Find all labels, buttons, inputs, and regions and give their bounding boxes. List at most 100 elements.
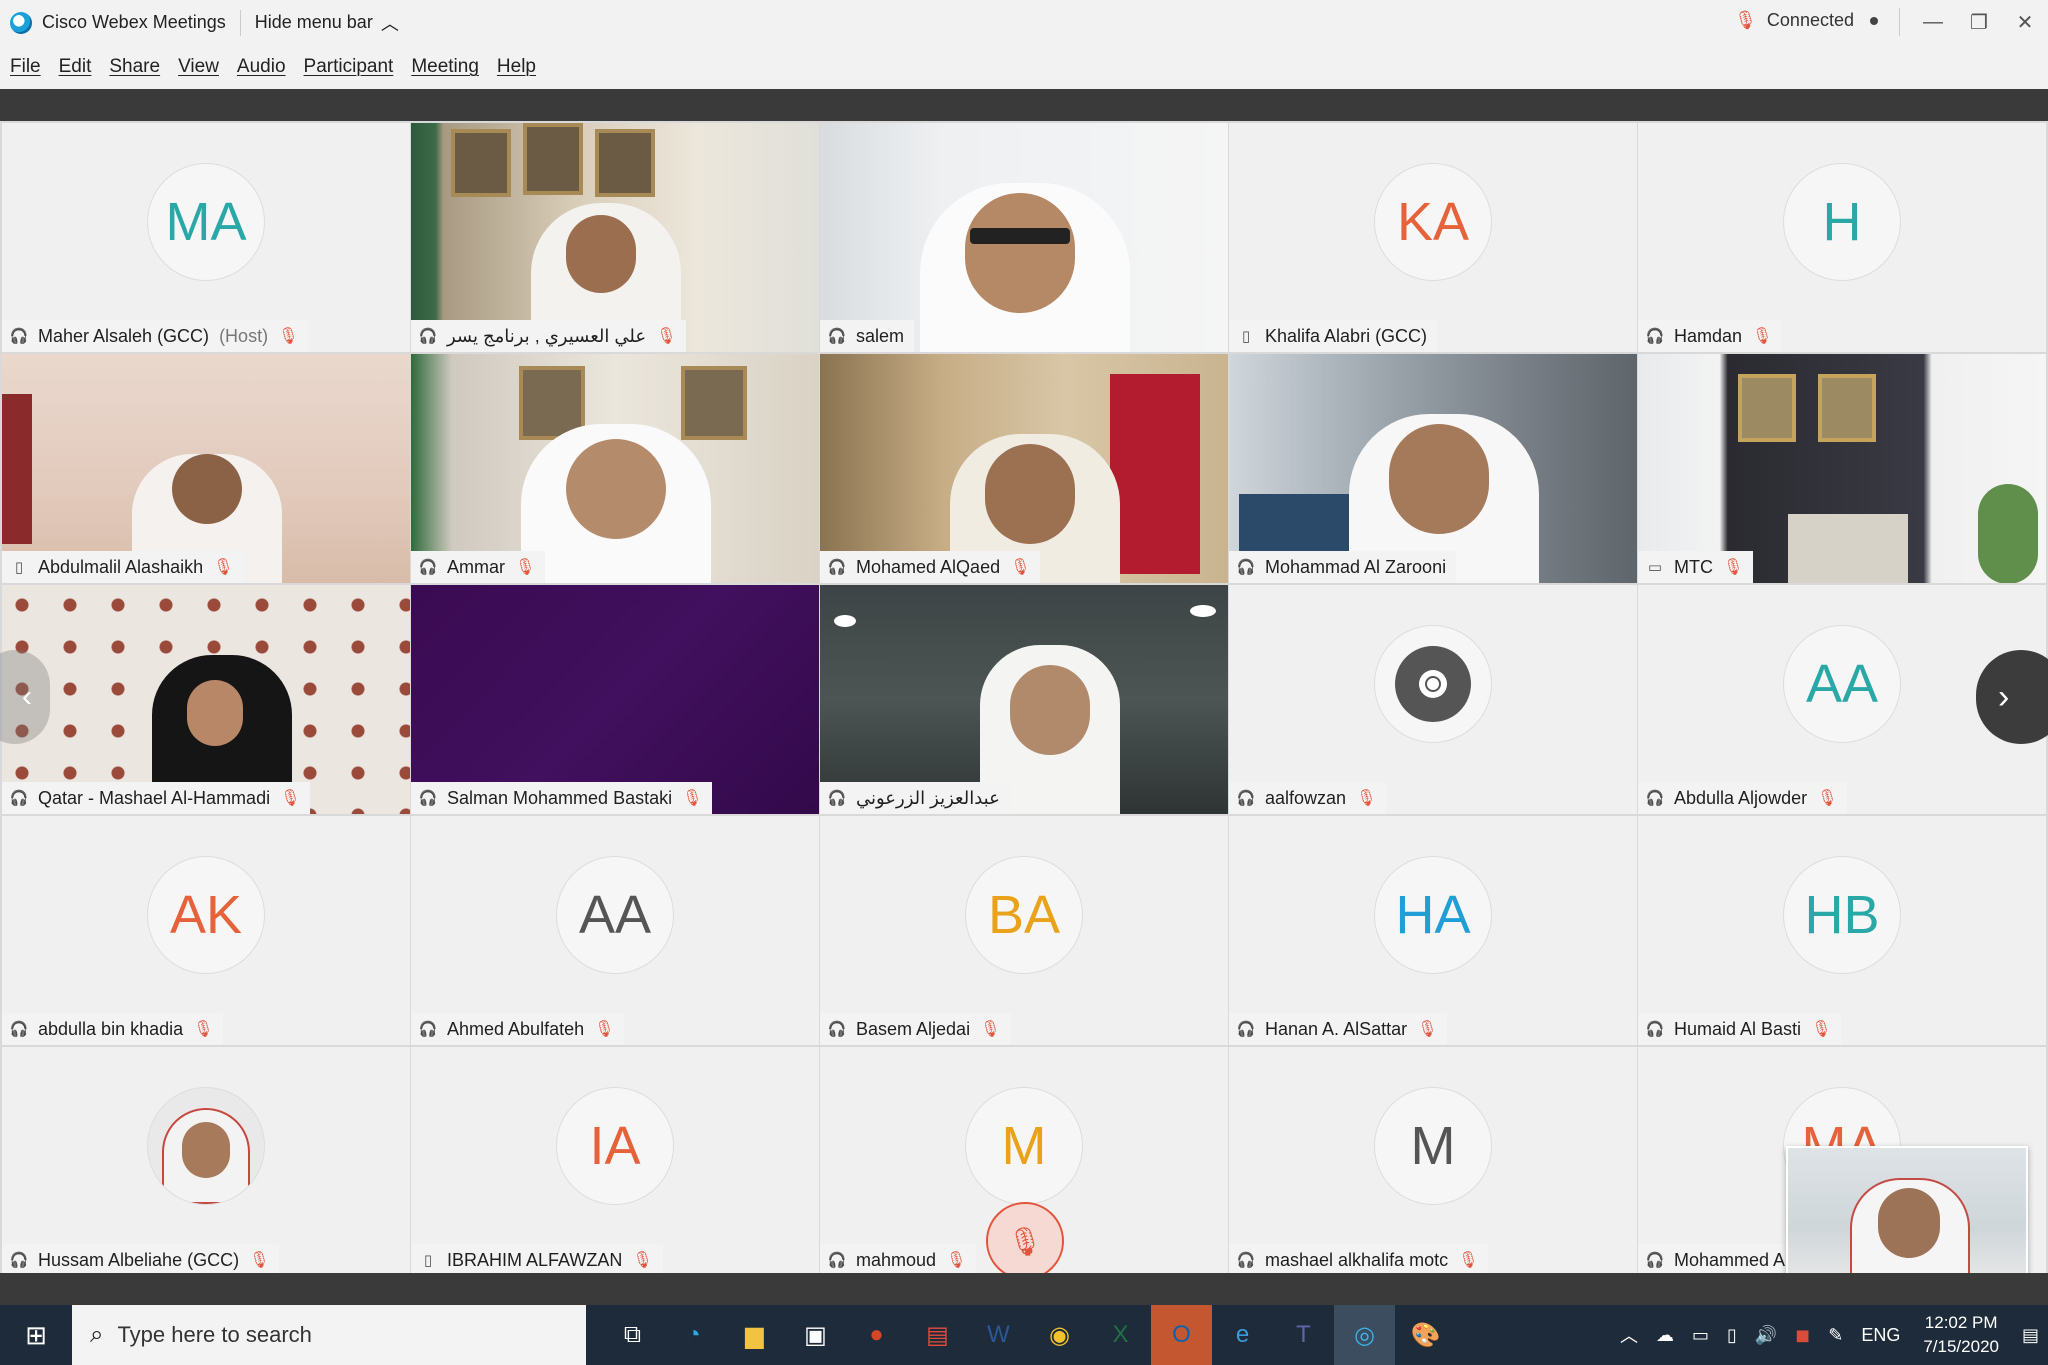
participant-label: 🎧 aalfowzan 🎙 xyxy=(1229,782,1387,814)
participant-tile[interactable]: BA 🎧 Basem Aljedai 🎙 xyxy=(820,816,1228,1045)
muted-mic-icon: 🎙 xyxy=(1010,559,1031,576)
internet-explorer-icon[interactable]: e xyxy=(1212,1305,1273,1365)
network-icon[interactable]: ▯ xyxy=(1727,1325,1737,1346)
participant-tile[interactable]: 🎧 Qatar - Mashael Al-Hammadi 🎙 xyxy=(2,585,410,814)
participant-tile[interactable]: AK 🎧 abdulla bin khadia 🎙 xyxy=(2,816,410,1045)
participant-name: IBRAHIM ALFAWZAN xyxy=(447,1249,623,1270)
participant-label: 🎧 Abdulla Aljowder 🎙 xyxy=(1638,782,1848,814)
participant-name: MTC xyxy=(1674,556,1713,577)
hide-menu-bar-button[interactable]: Hide menu bar ︿ xyxy=(255,10,399,36)
menu-audio[interactable]: Audio xyxy=(237,56,286,78)
store-icon[interactable]: ▣ xyxy=(785,1305,846,1365)
pdf-icon[interactable]: ▤ xyxy=(907,1305,968,1365)
participant-tile[interactable]: 🎧 aalfowzan 🎙 xyxy=(1229,585,1637,814)
word-icon[interactable]: W xyxy=(968,1305,1029,1365)
participant-name: Khalifa Alabri (GCC) xyxy=(1265,325,1428,346)
avatar: H xyxy=(1783,163,1901,281)
participant-name: Mohammad Al Zarooni xyxy=(1265,556,1447,577)
participant-tile[interactable]: HB 🎧 Humaid Al Basti 🎙 xyxy=(1638,816,2046,1045)
participant-tile[interactable]: 🎧 Hussam Albeliahe (GCC) 🎙 xyxy=(2,1047,410,1276)
headset-icon: 🎧 xyxy=(827,1252,847,1269)
muted-mic-icon: 🎙 xyxy=(1417,1021,1438,1038)
unmute-button[interactable]: 🎙 xyxy=(986,1202,1064,1280)
task-view-icon[interactable]: ⧉ xyxy=(602,1305,663,1365)
volume-icon[interactable]: 🔊 xyxy=(1755,1325,1777,1346)
headset-icon: 🎧 xyxy=(1236,790,1256,807)
battery-icon[interactable]: ▭ xyxy=(1692,1325,1709,1346)
restore-icon[interactable]: ❐ xyxy=(1956,10,2002,35)
headset-active-icon: 🎧 xyxy=(1645,328,1665,345)
participant-name: Hamdan xyxy=(1674,325,1743,346)
participant-tile-active-speaker[interactable]: 🎧 Mohammad Al Zarooni xyxy=(1229,354,1637,583)
menu-view[interactable]: View xyxy=(178,56,219,78)
participant-label: 🎧 Hamdan 🎙 xyxy=(1638,320,1783,352)
avatar: HA xyxy=(1374,856,1492,974)
pen-icon[interactable]: ✎ xyxy=(1828,1325,1843,1346)
webex-taskbar-icon[interactable]: ◎ xyxy=(1334,1305,1395,1365)
status-dot-icon xyxy=(1870,16,1878,25)
participant-tile[interactable]: ▭ MTC 🎙 xyxy=(1638,354,2046,583)
show-hidden-icons[interactable]: ︿ xyxy=(1620,1322,1638,1348)
office-tray-icon[interactable]: ◼ xyxy=(1795,1325,1810,1346)
window-controls: — ❐ ✕ xyxy=(1910,0,2048,45)
menu-help[interactable]: Help xyxy=(497,56,536,78)
participant-tile[interactable]: H 🎧 Hamdan 🎙 xyxy=(1638,123,2046,352)
clock[interactable]: 12:02 PM 7/15/2020 xyxy=(1923,1311,1999,1359)
menu-edit[interactable]: Edit xyxy=(59,56,92,78)
participant-name: Abdulla Aljowder xyxy=(1674,787,1808,808)
participant-tile[interactable]: 🎧 Salman Mohammed Bastaki 🎙 xyxy=(411,585,819,814)
minimize-icon[interactable]: — xyxy=(1910,11,1956,34)
participant-label: ▯ Abdulmalil Alashaikh 🎙 xyxy=(2,551,244,583)
muted-mic-icon: 🎙 xyxy=(632,1252,653,1269)
headset-icon: 🎧 xyxy=(9,790,29,807)
close-icon[interactable]: ✕ xyxy=(2002,10,2048,35)
self-view-video[interactable] xyxy=(1786,1146,2028,1284)
participant-label: 🎧 عبدالعزيز الزرعوني xyxy=(820,782,1010,814)
onedrive-icon[interactable]: ☁ xyxy=(1656,1325,1674,1346)
headset-icon: 🎧 xyxy=(1645,790,1665,807)
participant-tile[interactable]: MA 🎧 Maher Alsaleh (GCC) (Host) 🎙 xyxy=(2,123,410,352)
edge-browser-icon[interactable]: ◔ xyxy=(663,1305,724,1365)
connection-status[interactable]: 🎙 Connected xyxy=(1734,10,1878,31)
participant-tile[interactable]: 🎧 علي العسيري , برنامج يسر 🎙 xyxy=(411,123,819,352)
headset-icon: 🎧 xyxy=(9,1252,29,1269)
headset-icon: 🎧 xyxy=(418,328,438,345)
powerpoint-icon[interactable]: ● xyxy=(846,1305,907,1365)
notifications-icon[interactable]: ▤ xyxy=(2022,1325,2039,1346)
chrome-icon[interactable]: ◉ xyxy=(1029,1305,1090,1365)
participant-tile[interactable]: IA ▯ IBRAHIM ALFAWZAN 🎙 xyxy=(411,1047,819,1276)
muted-mic-icon: 🎙 xyxy=(1752,328,1773,345)
participant-tile[interactable]: ▯ Abdulmalil Alashaikh 🎙 xyxy=(2,354,410,583)
participant-tile[interactable]: 🎧 عبدالعزيز الزرعوني xyxy=(820,585,1228,814)
file-explorer-icon[interactable]: ▆ xyxy=(724,1305,785,1365)
participant-name: Salman Mohammed Bastaki xyxy=(447,787,673,808)
participant-label: 🎧 Maher Alsaleh (GCC) (Host) 🎙 xyxy=(2,320,309,352)
menu-file[interactable]: File xyxy=(10,56,41,78)
participant-video xyxy=(820,354,1228,583)
paint-icon[interactable]: 🎨 xyxy=(1395,1305,1456,1365)
participant-tile[interactable]: AA 🎧 Ahmed Abulfateh 🎙 xyxy=(411,816,819,1045)
headset-icon: 🎧 xyxy=(827,790,847,807)
menu-share[interactable]: Share xyxy=(109,56,160,78)
participant-tile[interactable]: 🎧 salem xyxy=(820,123,1228,352)
participant-tile[interactable]: 🎧 Ammar 🎙 xyxy=(411,354,819,583)
language-indicator[interactable]: ENG xyxy=(1861,1325,1900,1346)
outlook-icon[interactable]: O xyxy=(1151,1305,1212,1365)
previous-page-button[interactable]: ‹ xyxy=(0,650,50,744)
participant-tile[interactable]: KA ▯ Khalifa Alabri (GCC) xyxy=(1229,123,1637,352)
top-band xyxy=(0,89,2048,121)
menu-participant[interactable]: Participant xyxy=(304,56,394,78)
participant-tile[interactable]: M 🎧 mashael alkhalifa motc 🎙 xyxy=(1229,1047,1637,1276)
participant-label: 🎧 علي العسيري , برنامج يسر 🎙 xyxy=(411,320,687,352)
participant-tile[interactable]: 🎧 Mohamed AlQaed 🎙 xyxy=(820,354,1228,583)
excel-icon[interactable]: X xyxy=(1090,1305,1151,1365)
avatar: KA xyxy=(1374,163,1492,281)
teams-icon[interactable]: T xyxy=(1273,1305,1334,1365)
participant-name: mahmoud xyxy=(856,1249,937,1270)
participant-name: Maher Alsaleh (GCC) xyxy=(38,325,210,346)
windows-start-icon[interactable]: ⊞ xyxy=(0,1305,72,1365)
menu-meeting[interactable]: Meeting xyxy=(411,56,479,78)
participant-tile[interactable]: HA 🎧 Hanan A. AlSattar 🎙 xyxy=(1229,816,1637,1045)
participant-name: mashael alkhalifa motc xyxy=(1265,1249,1449,1270)
taskbar-search-box[interactable]: ⌕ Type here to search xyxy=(72,1305,586,1365)
